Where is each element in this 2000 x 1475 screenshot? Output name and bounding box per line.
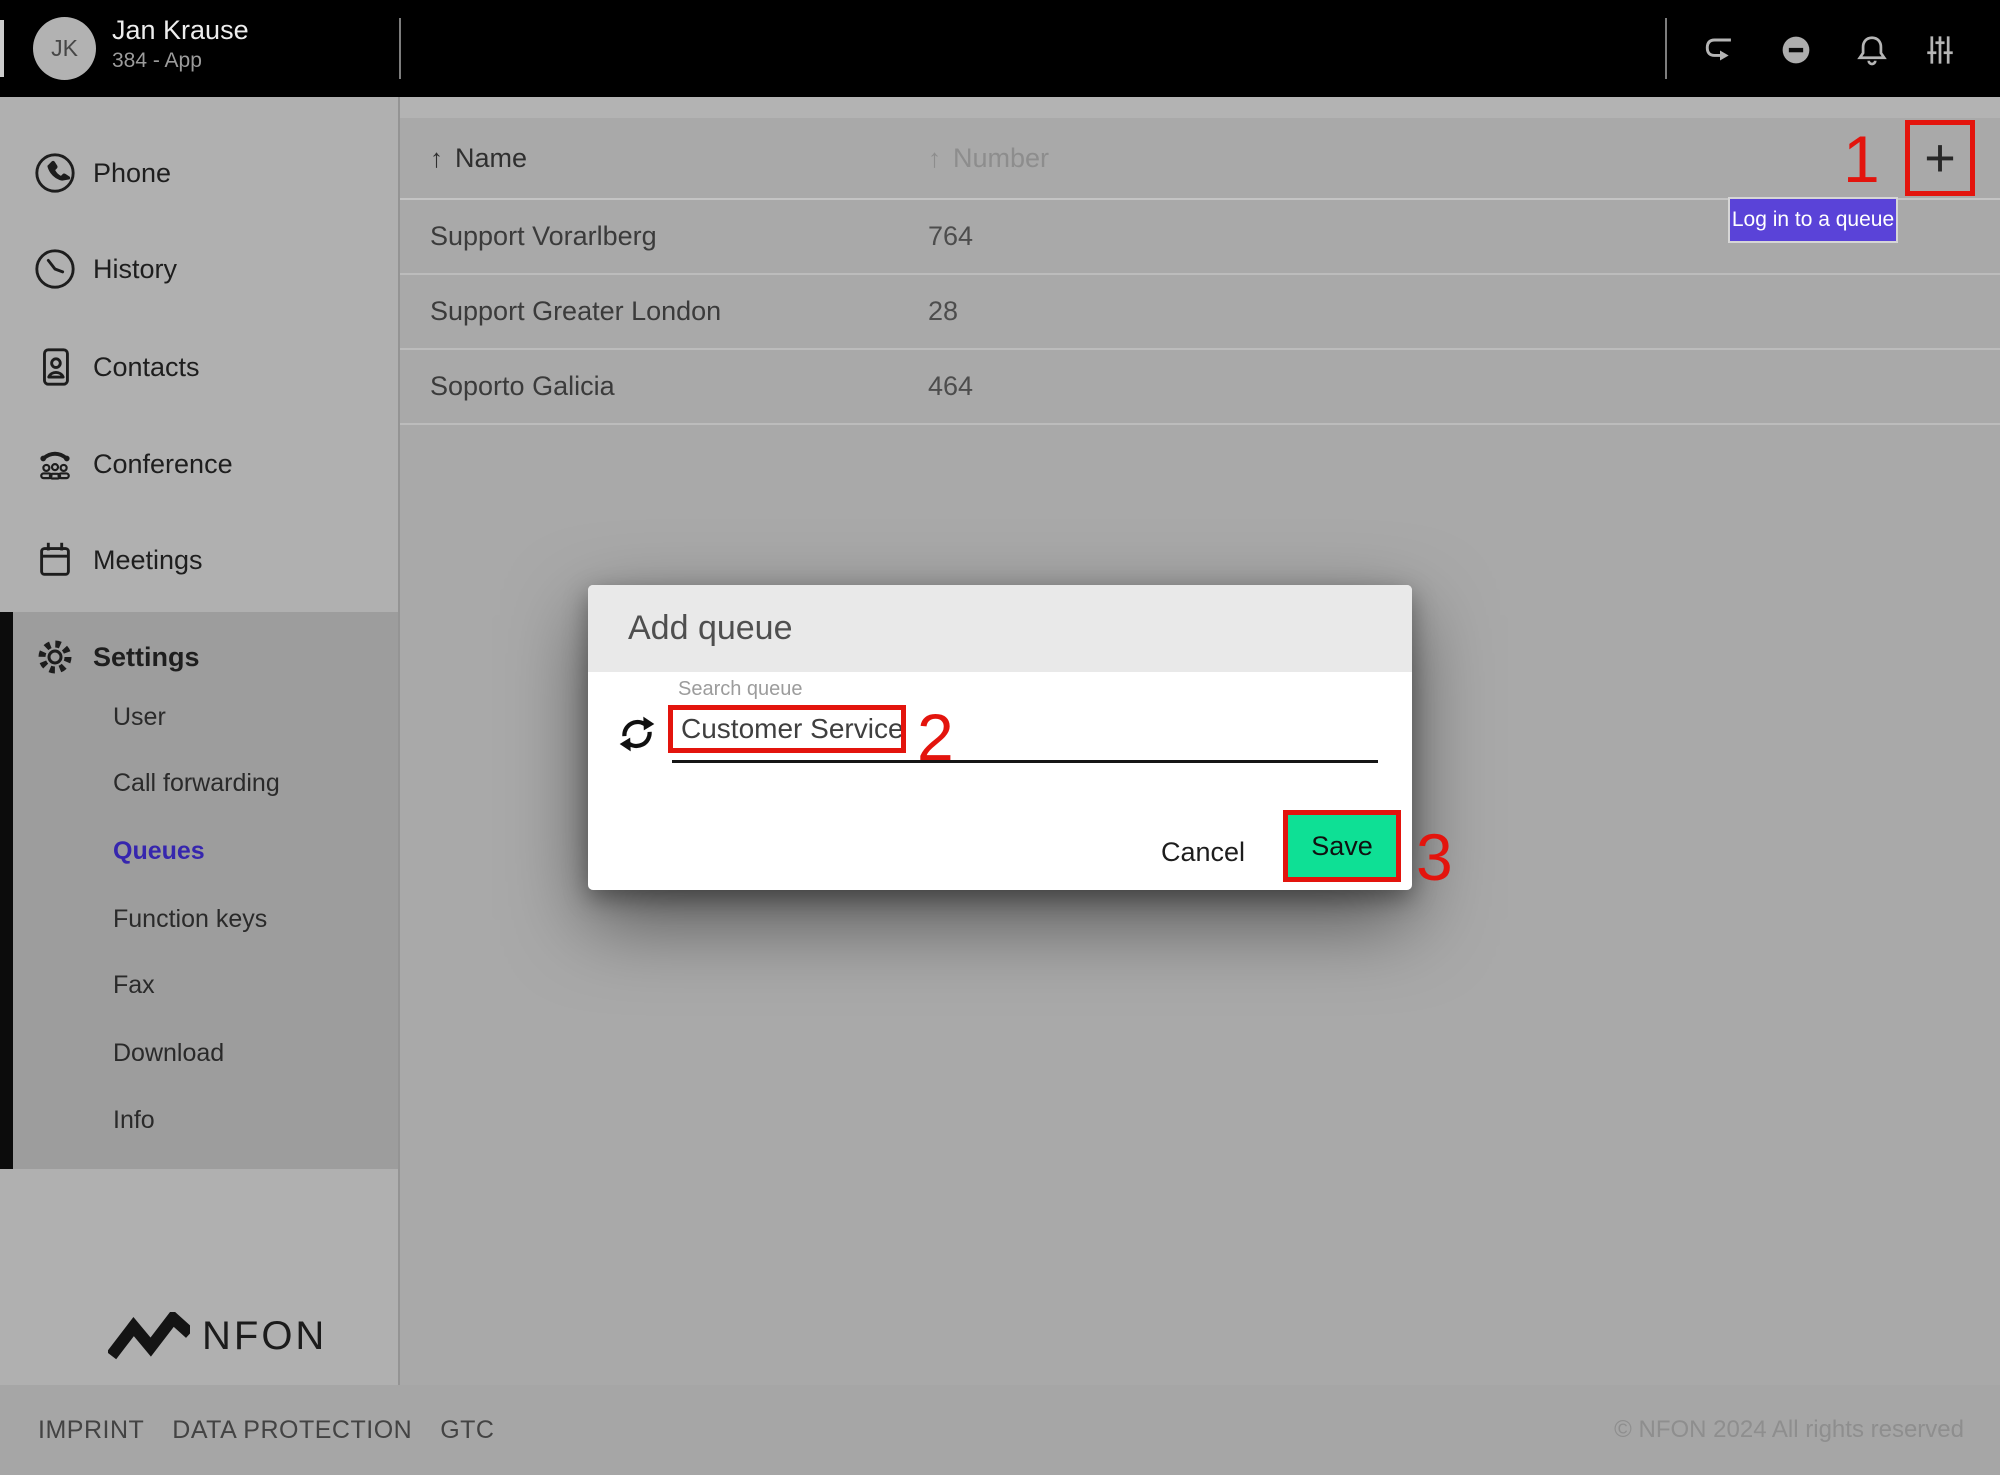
topbar-divider: [1665, 18, 1667, 79]
notifications-bell-icon[interactable]: [1850, 28, 1894, 72]
sync-icon[interactable]: [616, 713, 658, 755]
settings-subitem-user[interactable]: User: [113, 697, 166, 737]
sidebar-item-label: Settings: [93, 642, 200, 673]
history-clock-icon: [33, 247, 77, 291]
settings-subitem-queues[interactable]: Queues: [113, 831, 205, 871]
queue-number: 464: [928, 350, 973, 423]
avatar-initials: JK: [51, 35, 78, 62]
footer-link-imprint[interactable]: IMPRINT: [38, 1416, 144, 1445]
copyright-text: © NFON 2024 All rights reserved: [1614, 1416, 1964, 1444]
nfon-logo-mark: [108, 1312, 190, 1360]
sidebar-item-label: Conference: [93, 449, 233, 480]
search-queue-label: Search queue: [678, 678, 803, 701]
avatar[interactable]: JK: [33, 17, 96, 80]
do-not-disturb-icon[interactable]: [1774, 28, 1818, 72]
phone-icon: [33, 151, 77, 195]
settings-subitem-download[interactable]: Download: [113, 1033, 224, 1073]
queue-number: 28: [928, 275, 958, 348]
settings-section: Settings User Call forwarding Queues Fun…: [0, 612, 398, 1169]
annotation-step-1: 1: [1843, 126, 1880, 192]
input-underline: [672, 760, 1378, 763]
queue-number: 764: [928, 200, 973, 273]
sort-asc-icon: ↑: [928, 143, 941, 174]
sidebar-item-label: Meetings: [93, 545, 203, 576]
login-queue-tooltip: Log in to a queue: [1728, 197, 1898, 243]
settings-subitem-call-forwarding[interactable]: Call forwarding: [113, 763, 280, 803]
user-name: Jan Krause: [112, 15, 249, 46]
annotation-step-3: 3: [1416, 824, 1453, 890]
add-queue-dialog: Add queue Search queue Cancel Save: [588, 585, 1412, 890]
content-top-strip: [400, 97, 2000, 118]
annotation-box-1: +: [1905, 120, 1975, 196]
call-redirect-icon[interactable]: [1698, 28, 1742, 72]
annotation-box-2: [668, 705, 906, 753]
nfon-logo-text: NFON: [202, 1314, 327, 1359]
sidebar-item-phone[interactable]: Phone: [0, 138, 398, 208]
sidebar-item-label: History: [93, 254, 177, 285]
footer-link-data-protection[interactable]: DATA PROTECTION: [172, 1416, 412, 1445]
topbar: JK Jan Krause 384 - App: [0, 0, 2000, 97]
calendar-icon: [33, 538, 77, 582]
queue-name: Support Greater London: [430, 275, 721, 348]
queue-name: Soporto Galicia: [430, 350, 615, 423]
footer-links: IMPRINT DATA PROTECTION GTC: [38, 1416, 494, 1445]
conference-phone-icon: [33, 442, 77, 486]
sidebar-item-conference[interactable]: Conference: [0, 429, 398, 499]
annotation-box-3: Save: [1283, 810, 1401, 882]
sidebar-item-meetings[interactable]: Meetings: [0, 525, 398, 595]
settings-subitem-info[interactable]: Info: [113, 1100, 155, 1140]
dialog-header: Add queue: [588, 585, 1412, 672]
column-header-number[interactable]: ↑ Number: [928, 118, 1049, 198]
dialog-title: Add queue: [628, 585, 793, 672]
table-row[interactable]: Soporto Galicia 464: [400, 350, 2000, 425]
cancel-button[interactable]: Cancel: [1143, 827, 1263, 877]
audio-settings-sliders-icon[interactable]: [1918, 28, 1962, 72]
sidebar-item-label: Phone: [93, 158, 171, 189]
topbar-divider: [399, 18, 401, 79]
footer: IMPRINT DATA PROTECTION GTC © NFON 2024 …: [0, 1385, 2000, 1475]
contacts-card-icon: [33, 345, 77, 389]
sidebar: Phone History Contacts: [0, 97, 400, 1385]
window-edge-tick: [0, 20, 4, 77]
table-row[interactable]: Support Greater London 28: [400, 275, 2000, 350]
queue-name: Support Vorarlberg: [430, 200, 657, 273]
sidebar-item-label: Contacts: [93, 352, 200, 383]
sidebar-item-history[interactable]: History: [0, 234, 398, 304]
sort-asc-icon: ↑: [430, 143, 443, 174]
search-queue-input[interactable]: [673, 713, 901, 745]
save-button[interactable]: Save: [1288, 815, 1396, 877]
user-extension: 384 - App: [112, 49, 202, 73]
sidebar-item-contacts[interactable]: Contacts: [0, 332, 398, 402]
sidebar-item-settings[interactable]: Settings: [0, 622, 398, 692]
column-header-name[interactable]: ↑ Name: [430, 118, 527, 198]
settings-subitem-fax[interactable]: Fax: [113, 965, 155, 1005]
queue-table-header: ↑ Name ↑ Number: [400, 118, 2000, 200]
settings-subitem-function-keys[interactable]: Function keys: [113, 899, 267, 939]
add-queue-button[interactable]: +: [1924, 131, 1956, 185]
nfon-logo: NFON: [108, 1312, 327, 1360]
annotation-step-2: 2: [917, 704, 954, 770]
footer-link-gtc[interactable]: GTC: [440, 1416, 494, 1445]
gear-icon: [33, 635, 77, 679]
